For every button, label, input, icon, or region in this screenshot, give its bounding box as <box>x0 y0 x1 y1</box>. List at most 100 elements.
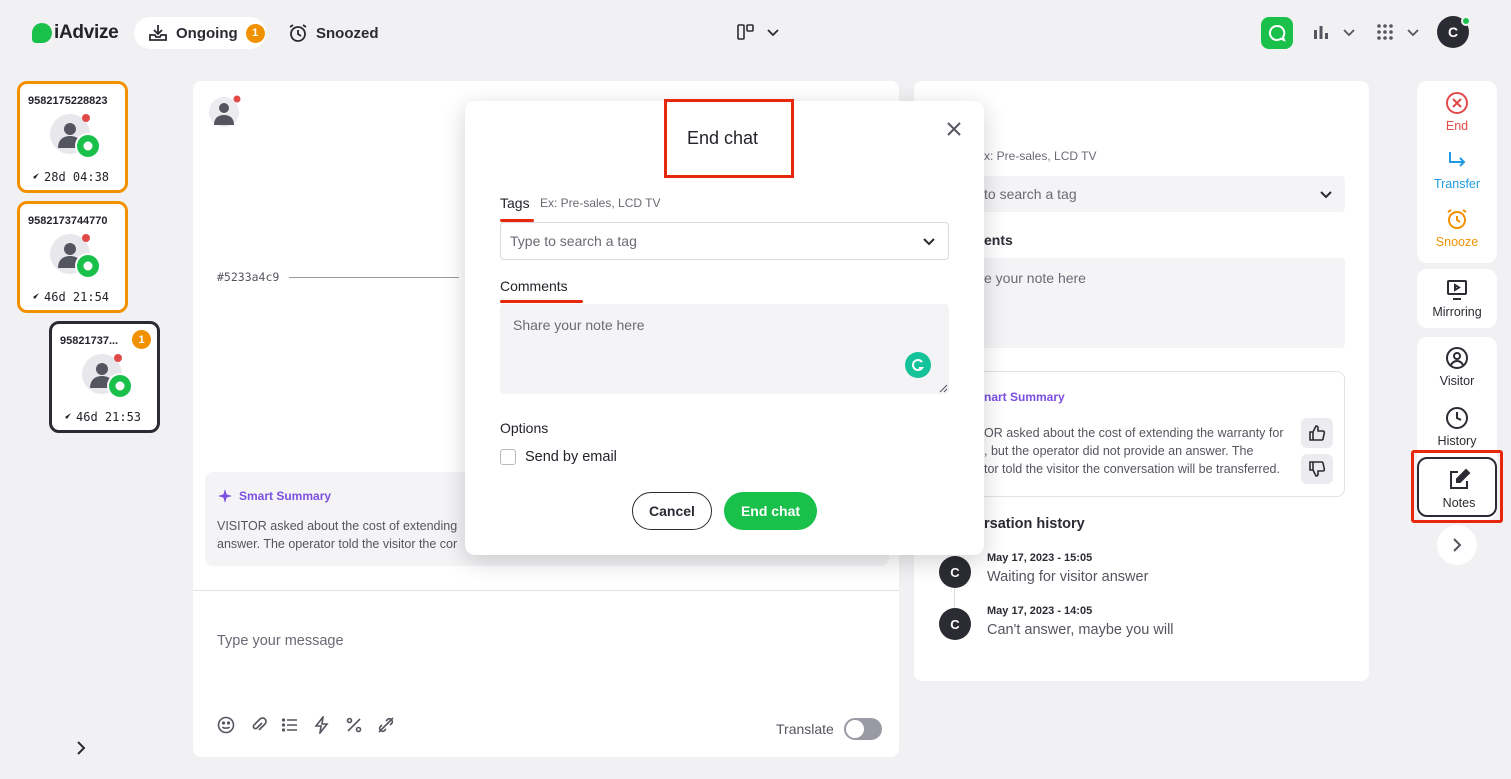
chevron-down-icon <box>1320 191 1332 199</box>
conversation-id: 9582173744770 <box>28 215 108 227</box>
emoji-icon[interactable] <box>217 716 235 734</box>
history-text: Waiting for visitor answer <box>987 569 1149 585</box>
mirroring-group: Mirroring <box>1417 269 1497 328</box>
user-avatar[interactable]: C <box>1437 16 1471 48</box>
unread-dot <box>82 114 90 122</box>
stats-menu[interactable] <box>1312 23 1356 41</box>
smart-summary-card: nart Summary OR asked about the cost of … <box>954 371 1345 497</box>
end-chat-modal: End chat Tags Ex: Pre-sales, LCD TV Type… <box>465 99 984 555</box>
smart-summary-title: nart Summary <box>984 390 1065 404</box>
sparkle-icon <box>218 489 232 503</box>
ongoing-count-badge: 1 <box>245 23 265 43</box>
chat-channel-icon <box>107 373 133 399</box>
visitor-avatar-small <box>209 95 243 129</box>
thumbs-up-button[interactable] <box>1301 418 1333 448</box>
history-action-button[interactable]: History <box>1417 406 1497 448</box>
close-modal-button[interactable] <box>946 121 962 137</box>
thumbs-down-button[interactable] <box>1301 454 1333 484</box>
conversation-divider: #5233a4c9 <box>217 270 460 284</box>
history-text: Can't answer, maybe you will <box>987 622 1174 638</box>
conversation-actions: End Transfer Snooze <box>1417 81 1497 263</box>
transfer-action-button[interactable]: Transfer <box>1417 149 1497 191</box>
chevron-down-icon <box>1343 29 1355 37</box>
chevron-right-icon <box>77 741 86 755</box>
history-date: May 17, 2023 - 14:05 <box>987 605 1093 617</box>
layout-switcher[interactable] <box>736 22 780 42</box>
thumbs-up-icon <box>1309 425 1326 441</box>
conversation-id: 9582175228823 <box>28 95 108 107</box>
bar-chart-icon <box>1314 26 1328 39</box>
conversation-duration: 46d 21:53 <box>62 410 141 424</box>
unread-dot <box>114 354 122 362</box>
tab-ongoing-label: Ongoing <box>176 24 238 42</box>
user-avatar-initial: C <box>1447 24 1459 40</box>
grid-apps-icon <box>1377 24 1393 40</box>
send-by-email-option[interactable]: Send by email <box>500 449 617 465</box>
comments-textarea[interactable]: e your note here <box>974 258 1345 348</box>
cancel-button[interactable]: Cancel <box>632 492 712 530</box>
screen-share-icon <box>1447 280 1467 300</box>
smart-summary-text: VISITOR asked about the cost of extendin… <box>217 519 458 551</box>
conversation-history-title: rsation history <box>984 516 1085 532</box>
translate-label: Translate <box>776 721 834 737</box>
mirroring-action-button[interactable]: Mirroring <box>1417 279 1497 319</box>
inbox-download-icon <box>149 25 167 41</box>
unread-dot <box>82 234 90 242</box>
pin-icon <box>31 293 39 301</box>
tags-select[interactable]: to search a tag <box>974 176 1345 212</box>
alarm-clock-icon <box>1447 209 1467 229</box>
history-avatar: C <box>939 556 971 588</box>
logo-text: iAdvize <box>54 22 119 43</box>
pin-icon <box>31 173 39 181</box>
end-chat-button[interactable]: End chat <box>724 492 817 530</box>
message-input[interactable]: Type your message <box>217 633 344 649</box>
divider-line <box>289 276 460 278</box>
send-by-email-checkbox[interactable] <box>500 449 516 465</box>
composer-toolbar <box>217 716 395 734</box>
percent-icon[interactable] <box>345 716 363 734</box>
conversation-duration: 46d 21:54 <box>30 290 109 304</box>
online-status-dot <box>1461 16 1471 26</box>
comments-textarea[interactable]: Share your note here <box>500 304 949 394</box>
translate-toggle[interactable] <box>843 718 882 740</box>
chevron-down-icon <box>1407 29 1419 37</box>
attachment-icon[interactable] <box>249 716 267 734</box>
edit-note-icon <box>1450 468 1471 489</box>
tags-hint: x: Pre-sales, LCD TV <box>984 149 1097 163</box>
list-icon[interactable] <box>281 716 299 734</box>
snooze-action-button[interactable]: Snooze <box>1417 207 1497 249</box>
visitor-action-button[interactable]: Visitor <box>1417 346 1497 388</box>
history-avatar: C <box>939 608 971 640</box>
send-by-email-label: Send by email <box>525 449 617 465</box>
pin-icon <box>63 413 71 421</box>
comments-highlight-underline <box>500 300 583 303</box>
tab-snoozed[interactable]: Snoozed <box>288 17 379 49</box>
options-label: Options <box>500 420 549 436</box>
chat-availability-button[interactable] <box>1261 17 1293 49</box>
tab-snoozed-label: Snoozed <box>316 24 379 42</box>
end-action-button[interactable]: End <box>1417 91 1497 133</box>
tags-hint: Ex: Pre-sales, LCD TV <box>540 196 661 210</box>
alarm-clock-icon <box>289 24 307 42</box>
grammarly-icon[interactable] <box>905 352 931 378</box>
link-off-icon[interactable] <box>377 716 395 734</box>
conversation-card[interactable]: 9582175228823 28d 04:38 <box>17 81 128 193</box>
conversation-card[interactable]: 9582173744770 46d 21:54 <box>17 201 128 313</box>
notes-action-button[interactable]: Notes <box>1417 457 1497 517</box>
history-date: May 17, 2023 - 15:05 <box>987 552 1093 564</box>
resize-handle-icon[interactable] <box>939 384 948 393</box>
chat-channel-icon <box>75 253 101 279</box>
tags-search-select[interactable]: Type to search a tag <box>500 222 949 260</box>
lightning-icon[interactable] <box>313 716 331 734</box>
smart-summary-text: OR asked about the cost of extending the… <box>984 426 1284 476</box>
chevron-down-icon <box>767 29 779 37</box>
expand-actions-button[interactable] <box>1437 525 1477 565</box>
apps-menu[interactable] <box>1376 23 1420 41</box>
app-logo[interactable]: iAdvize <box>32 22 119 44</box>
conversation-card-active[interactable]: 95821737... 1 46d 21:53 <box>49 321 160 433</box>
chat-bubble-icon <box>1268 24 1286 42</box>
logo-icon <box>32 23 52 43</box>
expand-sidebar-button[interactable] <box>74 740 88 756</box>
close-circle-icon <box>1446 92 1468 114</box>
tab-ongoing[interactable]: Ongoing 1 <box>134 17 266 49</box>
